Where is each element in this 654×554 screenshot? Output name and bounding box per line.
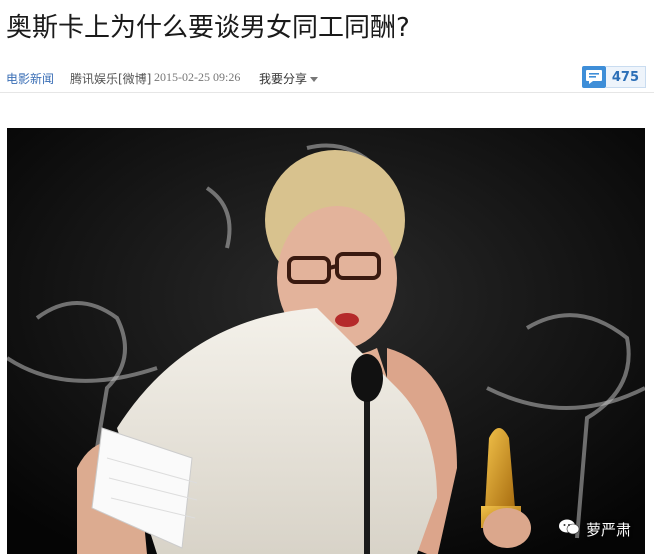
article-title: 奥斯卡上为什么要谈男女同工同酬?: [6, 13, 410, 43]
publish-date: 2015-02-25 09:26: [154, 70, 241, 84]
watermark: 萝严肃: [558, 518, 631, 540]
comment-icon: [581, 66, 606, 88]
chevron-down-icon: [310, 77, 319, 82]
article-photo: 萝严肃: [7, 128, 645, 554]
photo-illustration: [7, 128, 645, 554]
source-label[interactable]: 腾讯娱乐[微博]: [70, 70, 151, 87]
share-dropdown[interactable]: 我要分享: [259, 70, 319, 87]
share-label: 我要分享: [259, 72, 308, 86]
article-meta-bar: 电影新闻 腾讯娱乐[微博] 2015-02-25 09:26 我要分享 475: [0, 62, 654, 93]
channel-link[interactable]: 电影新闻: [6, 70, 54, 87]
wechat-icon: [558, 518, 580, 540]
watermark-text: 萝严肃: [585, 520, 631, 539]
comment-button[interactable]: 475: [581, 66, 646, 88]
comment-count: 475: [605, 66, 646, 88]
